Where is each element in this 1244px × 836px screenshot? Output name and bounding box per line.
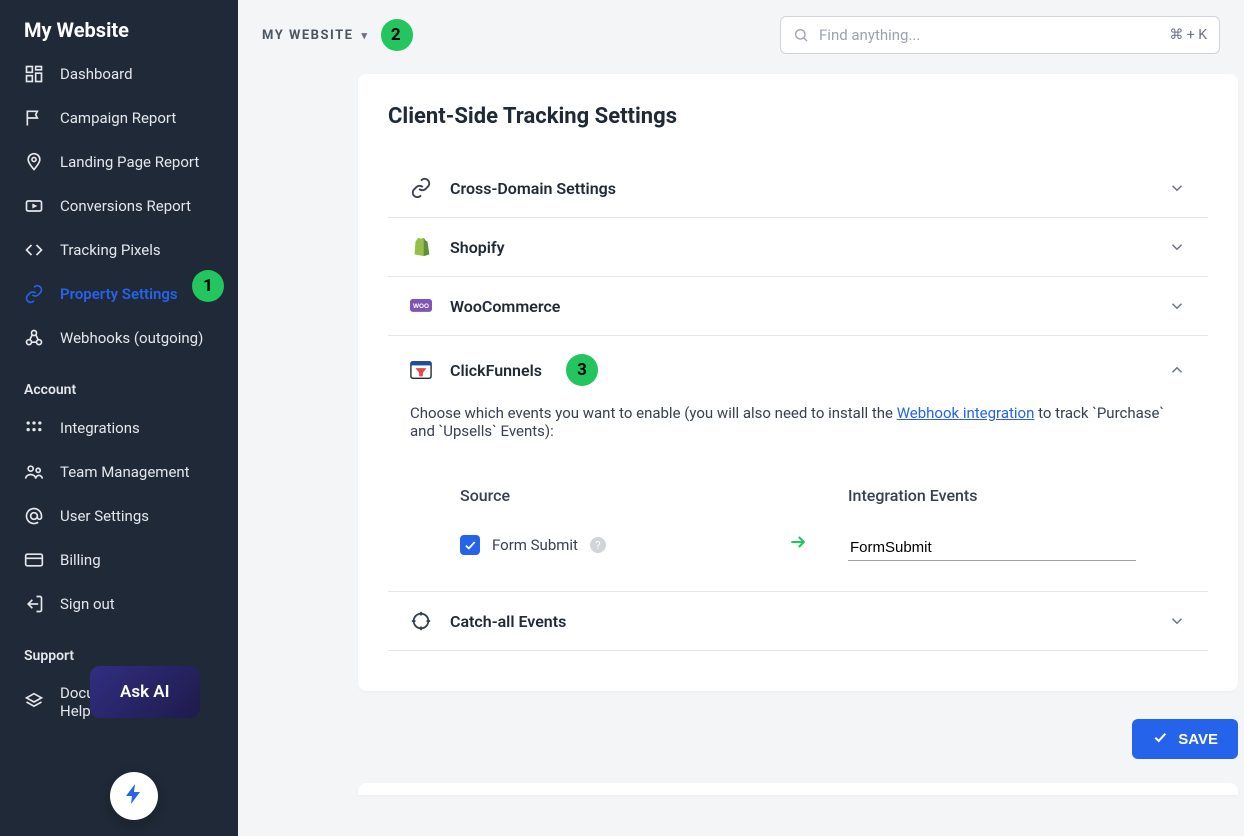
clickfunnels-icon — [410, 359, 432, 381]
sidebar-item-conversions-report[interactable]: Conversions Report — [0, 184, 238, 228]
cf-desc-prefix: Choose which events you want to enable (… — [410, 404, 897, 422]
chevron-down-icon: ▾ — [361, 29, 368, 42]
arrow-right-icon — [788, 532, 808, 561]
chevron-down-icon — [1168, 238, 1186, 256]
help-icon[interactable]: ? — [590, 537, 606, 553]
at-icon — [24, 506, 44, 526]
sidebar-item-label: User Settings — [60, 507, 149, 525]
target-icon — [410, 610, 432, 632]
breadcrumb-text: MY WEBSITE — [262, 28, 353, 43]
accordion-title: WooCommerce — [450, 297, 560, 316]
chevron-up-icon — [1168, 361, 1186, 379]
sidebar-item-billing[interactable]: Billing — [0, 538, 238, 582]
chevron-down-icon — [1168, 179, 1186, 197]
accordion-clickfunnels: ClickFunnels 3 Choose which events you w… — [388, 336, 1208, 592]
chevron-down-icon — [1168, 612, 1186, 630]
sidebar-item-user-settings[interactable]: User Settings — [0, 494, 238, 538]
card-title: Client-Side Tracking Settings — [388, 104, 1208, 129]
conversions-icon — [24, 196, 44, 216]
sidebar-item-label: Sign out — [60, 595, 115, 613]
search-icon — [793, 27, 809, 43]
breadcrumb[interactable]: MY WEBSITE ▾ 2 — [262, 19, 413, 51]
sidebar-item-webhooks[interactable]: Webhooks (outgoing) — [0, 316, 238, 360]
accordion-title: Cross-Domain Settings — [450, 179, 616, 198]
sidebar-item-label: Tracking Pixels — [60, 241, 161, 259]
sidebar-section-account: Account — [0, 360, 238, 406]
check-icon — [1152, 729, 1168, 749]
accordion-shopify[interactable]: Shopify — [388, 218, 1208, 277]
sidebar-item-tracking-pixels[interactable]: Tracking Pixels — [0, 228, 238, 272]
code-icon — [24, 240, 44, 260]
accordion-title: Shopify — [450, 238, 505, 257]
link-icon — [410, 177, 432, 199]
step-badge-3: 3 — [566, 354, 598, 386]
ask-ai-button[interactable]: Ask AI — [90, 666, 200, 718]
sidebar-item-label: Dashboard — [60, 65, 133, 83]
sidebar-item-dashboard[interactable]: Dashboard — [0, 52, 238, 96]
sidebar-item-label: Integrations — [60, 419, 140, 437]
apps-icon — [24, 418, 44, 438]
sidebar-item-integrations[interactable]: Integrations — [0, 406, 238, 450]
ask-ai-label: Ask AI — [120, 682, 170, 702]
accordion-cross-domain[interactable]: Cross-Domain Settings — [388, 159, 1208, 218]
integration-column-label: Integration Events — [848, 486, 1136, 505]
event-label: Form Submit — [492, 536, 578, 554]
sidebar-item-label: Team Management — [60, 463, 190, 481]
step-badge-2: 2 — [381, 19, 413, 51]
signout-icon — [24, 594, 44, 614]
card-icon — [24, 550, 44, 570]
team-icon — [24, 462, 44, 482]
sidebar-item-label: Conversions Report — [60, 197, 191, 215]
next-card-peek — [358, 783, 1238, 795]
flag-icon — [24, 108, 44, 128]
pin-icon — [24, 152, 44, 172]
main-content: MY WEBSITE ▾ 2 Find anything... ⌘ + K Cl… — [238, 0, 1244, 836]
shopify-icon — [410, 236, 432, 258]
help-fab[interactable] — [110, 772, 158, 820]
topbar: MY WEBSITE ▾ 2 Find anything... ⌘ + K — [238, 0, 1244, 74]
accordion-clickfunnels-head[interactable]: ClickFunnels 3 — [388, 336, 1208, 404]
chevron-down-icon — [1168, 297, 1186, 315]
link-icon — [24, 284, 44, 304]
sidebar-item-team-management[interactable]: Team Management — [0, 450, 238, 494]
search-shortcut: ⌘ + K — [1169, 27, 1207, 43]
accordion-title: ClickFunnels — [450, 361, 542, 380]
sidebar-item-sign-out[interactable]: Sign out — [0, 582, 238, 626]
accordion-woocommerce[interactable]: WOO WooCommerce — [388, 277, 1208, 336]
sidebar-item-campaign-report[interactable]: Campaign Report — [0, 96, 238, 140]
webhook-integration-link[interactable]: Webhook integration — [897, 404, 1035, 422]
clickfunnels-body: Choose which events you want to enable (… — [388, 404, 1208, 591]
sidebar-item-label: Campaign Report — [60, 109, 176, 127]
brand-title: My Website — [0, 18, 238, 52]
sidebar-item-label: Property Settings — [60, 285, 178, 303]
sidebar-item-property-settings[interactable]: Property Settings 1 — [0, 272, 238, 316]
integration-event-input[interactable] — [848, 535, 1136, 561]
settings-card: Client-Side Tracking Settings Cross-Doma… — [358, 74, 1238, 691]
step-badge-1: 1 — [192, 270, 224, 302]
save-button-label: SAVE — [1178, 731, 1218, 748]
woocommerce-icon: WOO — [410, 295, 432, 317]
source-column-label: Source — [460, 486, 748, 505]
sidebar-item-label: Landing Page Report — [60, 153, 199, 171]
sidebar-item-label: Billing — [60, 551, 101, 569]
search-placeholder: Find anything... — [819, 26, 1169, 44]
accordion-catch-all[interactable]: Catch-all Events — [388, 592, 1208, 651]
sidebar-item-label: Webhooks (outgoing) — [60, 329, 203, 347]
sidebar-item-landing-page-report[interactable]: Landing Page Report — [0, 140, 238, 184]
form-submit-checkbox[interactable] — [460, 535, 480, 555]
save-button[interactable]: SAVE — [1132, 719, 1238, 759]
webhook-icon — [24, 328, 44, 348]
bolt-icon — [122, 782, 146, 810]
doc-icon — [24, 692, 44, 712]
svg-text:WOO: WOO — [413, 303, 429, 310]
search-input[interactable]: Find anything... ⌘ + K — [780, 16, 1220, 54]
accordion-title: Catch-all Events — [450, 612, 566, 631]
dashboard-icon — [24, 64, 44, 84]
